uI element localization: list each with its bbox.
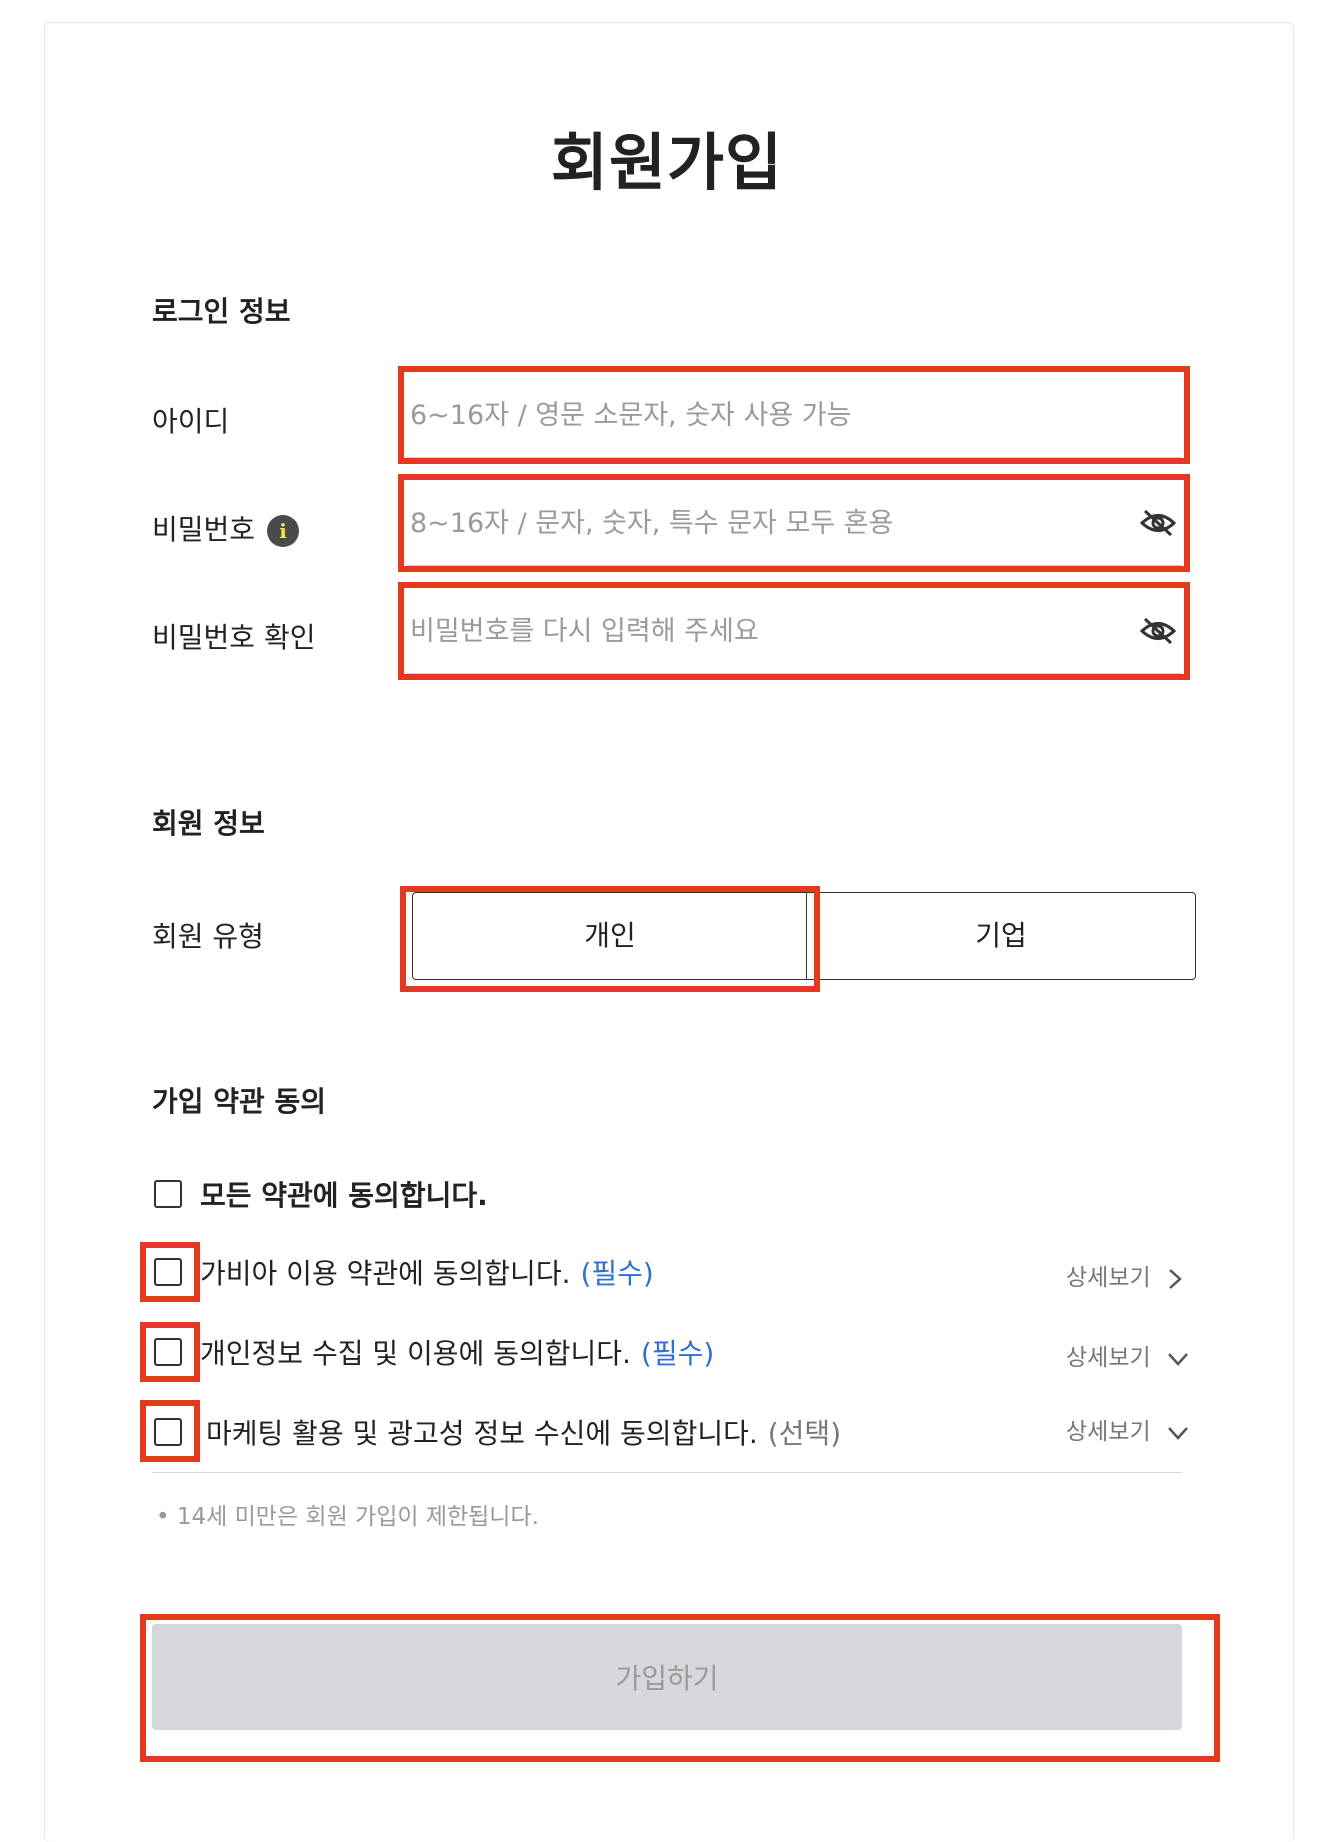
- terms-checkbox-3[interactable]: [154, 1418, 182, 1446]
- terms-detail-3-label: 상세보기: [1066, 1419, 1151, 1445]
- chevron-right-icon: [1168, 1268, 1182, 1289]
- page-title: 회원가입: [550, 126, 784, 199]
- eye-slash-icon[interactable]: [1140, 616, 1176, 646]
- agree-all-checkbox[interactable]: [154, 1180, 182, 1208]
- id-underline: [406, 457, 1182, 458]
- password-confirm-underline: [406, 673, 1182, 674]
- chevron-down-icon: [1167, 1426, 1188, 1440]
- member-type-personal-button[interactable]: 개인: [412, 892, 808, 980]
- member-type-business-button[interactable]: 기업: [806, 892, 1196, 980]
- terms-checkbox-1[interactable]: [154, 1258, 182, 1286]
- terms-item-2-text: 개인정보 수집 및 이용에 동의합니다.: [200, 1337, 631, 1370]
- terms-detail-2[interactable]: 상세보기: [1066, 1338, 1189, 1372]
- signup-submit-button[interactable]: 가입하기: [152, 1624, 1182, 1730]
- password-confirm-label: 비밀번호 확인: [152, 621, 316, 654]
- password-field-wrapper: [406, 480, 1182, 566]
- terms-item-2: 개인정보 수집 및 이용에 동의합니다. (필수): [200, 1332, 714, 1372]
- agree-all-label: 모든 약관에 동의합니다.: [200, 1179, 488, 1212]
- terms-item-1: 가비아 이용 약관에 동의합니다. (필수): [200, 1252, 654, 1292]
- terms-detail-1-label: 상세보기: [1066, 1265, 1151, 1291]
- eye-slash-icon[interactable]: [1140, 508, 1176, 538]
- password-confirm-input[interactable]: [410, 588, 1110, 674]
- terms-section-heading: 가입 약관 동의: [152, 1085, 327, 1118]
- terms-item-1-text: 가비아 이용 약관에 동의합니다.: [200, 1257, 571, 1290]
- terms-item-2-tag: (필수): [640, 1337, 715, 1370]
- id-field-wrapper: [406, 372, 1182, 458]
- age-notice: • 14세 미만은 회원 가입이 제한됩니다.: [156, 1504, 539, 1530]
- terms-item-3-text: 마케팅 활용 및 광고성 정보 수신에 동의합니다.: [206, 1417, 758, 1450]
- terms-detail-1[interactable]: 상세보기: [1066, 1258, 1183, 1292]
- id-input[interactable]: [410, 372, 1110, 458]
- terms-detail-2-label: 상세보기: [1066, 1345, 1151, 1371]
- password-label: 비밀번호: [152, 513, 256, 546]
- terms-detail-3[interactable]: 상세보기: [1066, 1412, 1189, 1446]
- member-section-heading: 회원 정보: [152, 807, 265, 840]
- terms-item-3: 마케팅 활용 및 광고성 정보 수신에 동의합니다. (선택): [206, 1412, 841, 1452]
- password-confirm-field-wrapper: [406, 588, 1182, 674]
- login-section-heading: 로그인 정보: [152, 295, 291, 328]
- password-input[interactable]: [410, 480, 1110, 566]
- terms-item-3-tag: (선택): [767, 1417, 842, 1450]
- chevron-down-icon: [1167, 1352, 1188, 1366]
- terms-item-1-tag: (필수): [580, 1257, 654, 1290]
- info-icon[interactable]: i: [267, 515, 300, 547]
- id-label: 아이디: [152, 405, 230, 438]
- member-type-label: 회원 유형: [152, 920, 264, 953]
- password-label-row: 비밀번호 i: [152, 508, 300, 548]
- terms-checkbox-2[interactable]: [154, 1338, 182, 1366]
- terms-divider: [152, 1472, 1182, 1473]
- password-underline: [406, 565, 1182, 566]
